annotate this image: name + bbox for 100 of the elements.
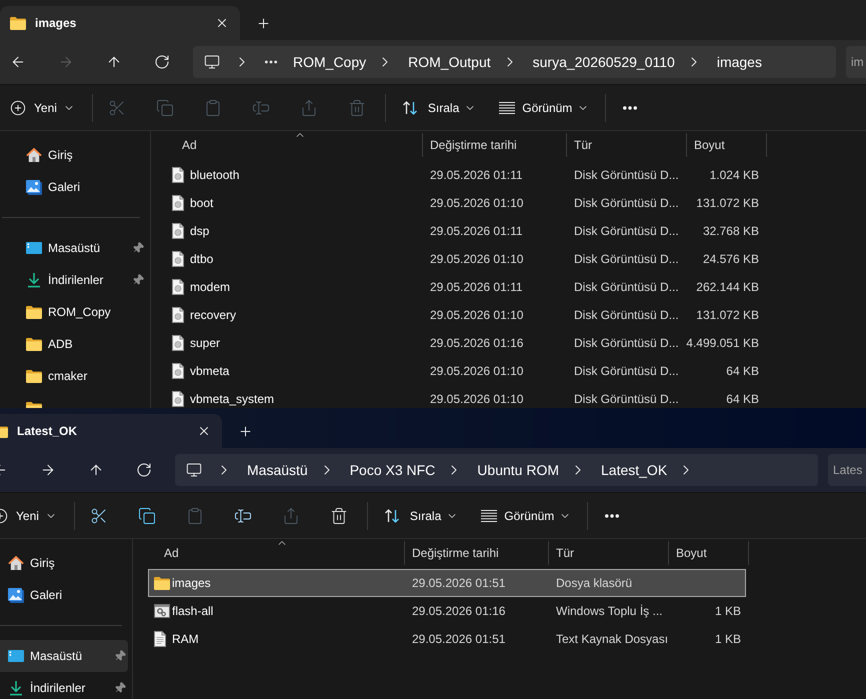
file-name: modem (190, 279, 230, 296)
tab[interactable]: Latest_OK (0, 414, 222, 448)
disk-file-icon (172, 167, 184, 183)
file-type: Windows Toplu İş ... (556, 603, 662, 620)
disk-file-icon (172, 363, 184, 379)
trash-icon[interactable] (330, 506, 348, 524)
file-row[interactable]: images 29.05.2026 01:51 Dosya klasörü (148, 569, 746, 597)
file-size: 1.024 KB (710, 167, 759, 184)
lines-icon[interactable] (499, 102, 516, 114)
breadcrumb[interactable]: ROM_Output (400, 52, 499, 72)
download-icon (8, 680, 24, 696)
column-header[interactable]: Tür (567, 132, 687, 156)
column-header[interactable]: Ad (151, 132, 423, 156)
modified-date: 29.05.2026 01:11 (430, 167, 523, 184)
sort-arrows-icon[interactable] (384, 508, 400, 524)
view-button[interactable]: Görünüm (491, 92, 598, 124)
file-size: 131.072 KB (696, 195, 759, 212)
column-header[interactable]: Değiştirme tarihi (423, 132, 567, 156)
arrow-up-icon[interactable] (88, 462, 104, 478)
folder-icon (26, 370, 42, 382)
disk-file-icon (172, 391, 184, 407)
file-row[interactable]: RAM 29.05.2026 01:51 Text Kaynak Dosyası 1 KB (148, 625, 746, 653)
disk-file-icon (172, 335, 184, 351)
search-field[interactable]: Lates (828, 454, 866, 486)
sort-button[interactable]: Sırala (394, 92, 484, 124)
refresh-icon[interactable] (136, 462, 152, 478)
column-header[interactable]: Ad (133, 540, 405, 564)
text-cursor-icon[interactable] (234, 506, 252, 524)
modified-date: 29.05.2026 01:16 (412, 603, 506, 620)
plus-icon[interactable] (238, 424, 252, 438)
new-button[interactable]: Yeni (0, 500, 67, 532)
breadcrumb[interactable]: Latest_OK (593, 460, 676, 480)
disk-file-icon (172, 223, 184, 239)
disk-file-icon (172, 251, 184, 267)
plus-icon[interactable] (256, 16, 270, 30)
sidebar-item[interactable]: Galeri (0, 579, 128, 611)
plus-circle-icon[interactable] (10, 100, 26, 116)
file-row[interactable]: boot 29.05.2026 01:10 Disk Görüntüsü D... 131.072 KB (166, 189, 764, 217)
address-bar[interactable]: ROM_Copy ROM_Output surya_20260529_0110 images (193, 46, 836, 78)
file-size: 32.768 KB (702, 223, 759, 240)
file-row[interactable]: modem 29.05.2026 01:11 Disk Görüntüsü D... 262.144 KB (166, 273, 764, 301)
sidebar-item[interactable]: ADB (4, 328, 146, 360)
sort-arrows-icon[interactable] (402, 100, 418, 116)
file-row[interactable]: vbmeta 29.05.2026 01:10 Disk Görüntüsü D... 64 KB (166, 357, 764, 385)
file-type: Disk Görüntüsü D... (574, 195, 679, 212)
file-name: bluetooth (190, 167, 240, 184)
file-row[interactable]: flash-all 29.05.2026 01:16 Windows Toplu İş ... 1 KB (148, 597, 746, 625)
close-icon[interactable] (215, 16, 229, 30)
sidebar-item[interactable]: ROM_Copy (4, 296, 146, 328)
file-row[interactable]: dtbo 29.05.2026 01:10 Disk Görüntüsü D... 24.576 KB (166, 245, 764, 273)
folder-icon (154, 576, 170, 590)
tab[interactable]: images (0, 6, 240, 40)
sidebar-item[interactable]: Giriş (0, 547, 128, 579)
breadcrumb[interactable]: images (708, 52, 770, 72)
file-type: Dosya klasörü (556, 575, 632, 592)
file-row[interactable]: dsp 29.05.2026 01:11 Disk Görüntüsü D... 32.768 KB (166, 217, 764, 245)
column-header[interactable]: Tür (549, 540, 669, 564)
sidebar-item[interactable]: Giriş (4, 139, 146, 171)
new-button[interactable]: Yeni (0, 92, 85, 124)
address-bar[interactable]: Masaüstü Poco X3 NFC Ubuntu ROM Latest_OK (175, 454, 818, 486)
sidebar-item[interactable]: cmaker (4, 360, 146, 392)
sidebar-item[interactable]: Masaüstü (4, 232, 146, 264)
file-row[interactable]: vbmeta_system 29.05.2026 01:10 Disk Görüntüsü D... 64 KB (166, 385, 764, 408)
breadcrumb[interactable]: Ubuntu ROM (469, 460, 567, 480)
file-row[interactable]: recovery 29.05.2026 01:10 Disk Görüntüsü D... 131.072 KB (166, 301, 764, 329)
breadcrumb[interactable]: surya_20260529_0110 (524, 52, 683, 72)
copy-icon[interactable] (138, 506, 156, 524)
sidebar-item[interactable]: İndirilenler (4, 264, 146, 296)
file-type: Disk Görüntüsü D... (574, 167, 679, 184)
breadcrumb[interactable]: Poco X3 NFC (342, 460, 444, 480)
modified-date: 29.05.2026 01:16 (430, 335, 524, 352)
file-row[interactable]: bluetooth 29.05.2026 01:11 Disk Görüntüsü D... 1.024 KB (166, 161, 764, 189)
file-size: 4.499.051 KB (686, 335, 759, 352)
column-header[interactable]: Boyut (687, 132, 767, 156)
lines-icon[interactable] (481, 510, 498, 522)
file-name: recovery (190, 307, 236, 324)
home-icon (8, 555, 24, 571)
modified-date: 29.05.2026 01:10 (430, 307, 524, 324)
monitor-icon[interactable] (204, 54, 220, 70)
sidebar-item[interactable]: Masaüstü (0, 640, 128, 672)
sidebar-item[interactable]: Galeri (4, 171, 146, 203)
scissors-icon[interactable] (90, 506, 108, 524)
modified-date: 29.05.2026 01:11 (430, 223, 523, 240)
file-row[interactable]: super 29.05.2026 01:16 Disk Görüntüsü D... 4.499.051 KB (166, 329, 764, 357)
sidebar-item[interactable]: İndirilenler (0, 672, 128, 699)
refresh-icon[interactable] (154, 54, 170, 70)
picture-icon (8, 587, 24, 603)
close-icon[interactable] (197, 424, 211, 438)
file-type: Disk Görüntüsü D... (574, 279, 679, 296)
column-header[interactable]: Değiştirme tarihi (405, 540, 549, 564)
search-field[interactable]: im (846, 46, 866, 78)
breadcrumb[interactable]: ROM_Copy (285, 52, 374, 72)
sort-button[interactable]: Sırala (376, 500, 466, 532)
modified-date: 29.05.2026 01:51 (412, 631, 506, 648)
breadcrumb[interactable]: Masaüstü (239, 460, 316, 480)
view-button[interactable]: Görünüm (473, 500, 580, 532)
monitor-icon[interactable] (186, 462, 202, 478)
column-header[interactable]: Boyut (669, 540, 749, 564)
file-type: Disk Görüntüsü D... (574, 223, 679, 240)
disk-file-icon (172, 279, 184, 295)
